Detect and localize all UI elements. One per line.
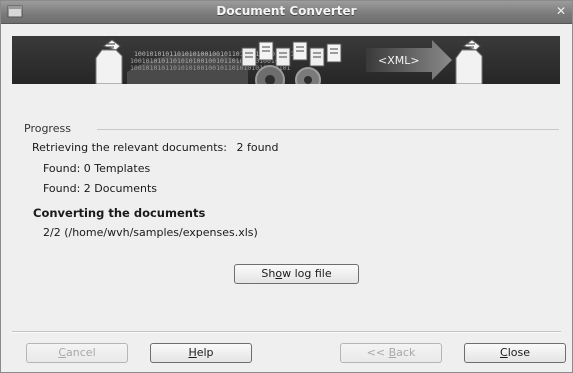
current-file-status: 2/2 (/home/wvh/samples/expenses.xls) xyxy=(43,226,258,239)
banner-graphic: 1001010101101010100100101101010101001010… xyxy=(12,36,560,84)
show-log-file-button[interactable]: Show log file xyxy=(234,264,359,284)
window-title: Document Converter xyxy=(216,4,357,18)
converting-heading: Converting the documents xyxy=(33,206,206,220)
retrieving-status: Retrieving the relevant documents: 2 fou… xyxy=(32,141,279,154)
show-log-suffix: w log file xyxy=(282,267,332,280)
back-suffix: ack xyxy=(396,346,416,359)
close-suffix: lose xyxy=(507,346,530,359)
close-mnemonic: C xyxy=(500,346,508,359)
button-separator xyxy=(12,331,561,333)
documents-found: Found: 2 Documents xyxy=(43,182,158,195)
header-banner: 1001010101101010100100101101010101001010… xyxy=(12,36,560,84)
title-bar[interactable]: Document Converter ✕ xyxy=(1,1,572,24)
svg-text:<XML>: <XML> xyxy=(378,54,420,67)
show-log-prefix: Sh xyxy=(261,267,276,280)
close-button[interactable]: Close xyxy=(464,343,566,363)
templates-found: Found: 0 Templates xyxy=(43,162,151,175)
help-mnemonic: H xyxy=(188,346,197,359)
cancel-button[interactable]: Cancel xyxy=(26,343,128,363)
document-converter-window: Document Converter ✕ 1001010101101010100… xyxy=(0,0,573,373)
retrieving-label: Retrieving the relevant documents: xyxy=(32,141,227,154)
close-icon[interactable]: ✕ xyxy=(553,3,569,20)
progress-group-label: Progress xyxy=(24,122,71,135)
back-button[interactable]: << Back xyxy=(340,343,442,363)
found-count: 2 found xyxy=(236,141,279,154)
progress-group-divider xyxy=(97,129,559,130)
cancel-suffix: ancel xyxy=(66,346,96,359)
help-button[interactable]: Help xyxy=(150,343,252,363)
cancel-mnemonic: C xyxy=(58,346,67,359)
help-suffix: elp xyxy=(196,346,214,359)
back-prefix: << xyxy=(366,346,389,359)
